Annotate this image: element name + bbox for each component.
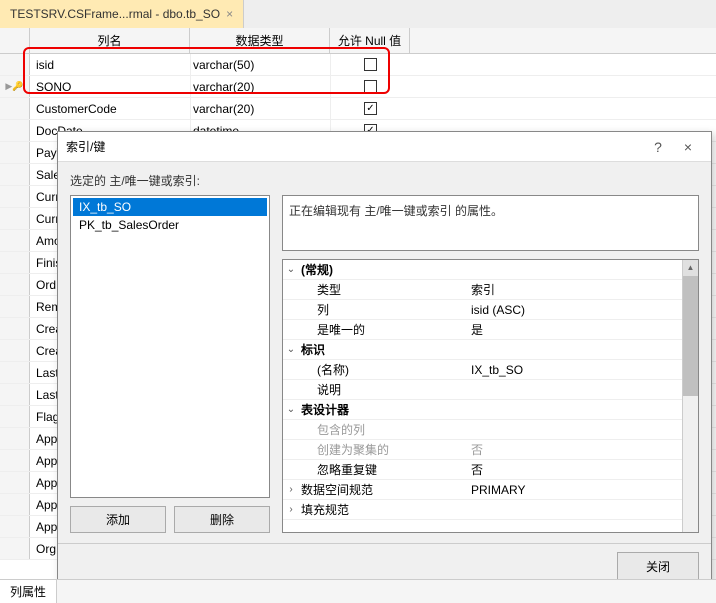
bottom-tab-bar: 列属性 (0, 579, 716, 603)
dialog-titlebar[interactable]: 索引/键 ? × (58, 132, 711, 162)
checkbox[interactable] (364, 80, 377, 93)
cell-column-name[interactable]: SONO (30, 80, 190, 94)
table-row[interactable]: ▶🔑 SONOvarchar(20) (0, 76, 716, 98)
grid-header: 列名 数据类型 允许 Null 值 (0, 28, 716, 54)
delete-button[interactable]: 删除 (174, 506, 270, 533)
prop-columns-value[interactable]: isid (ASC) (469, 303, 698, 317)
list-item[interactable]: IX_tb_SO (73, 198, 267, 216)
cell-data-type[interactable]: varchar(20) (190, 98, 330, 119)
add-button[interactable]: 添加 (70, 506, 166, 533)
scroll-thumb[interactable] (683, 276, 698, 396)
prop-name-label: (名称) (299, 361, 469, 378)
document-tab-bar: TESTSRV.CSFrame...rmal - dbo.tb_SO × (0, 0, 716, 28)
list-label: 选定的 主/唯一键或索引: (70, 172, 699, 189)
checkbox[interactable] (364, 102, 377, 115)
cell-allow-null[interactable] (330, 54, 410, 75)
category-identity: 标识 (299, 341, 469, 358)
scrollbar[interactable]: ▲ (682, 260, 698, 532)
collapse-icon[interactable]: ⌄ (283, 344, 299, 355)
collapse-icon[interactable]: ⌄ (283, 264, 299, 275)
prop-type-label: 类型 (299, 281, 469, 298)
close-icon[interactable]: × (226, 7, 233, 21)
table-row[interactable]: CustomerCodevarchar(20) (0, 98, 716, 120)
document-tab[interactable]: TESTSRV.CSFrame...rmal - dbo.tb_SO × (0, 0, 244, 28)
prop-fill-label: 填充规范 (299, 501, 469, 518)
prop-space-value[interactable]: PRIMARY (469, 483, 698, 497)
cell-column-name[interactable]: isid (30, 58, 190, 72)
category-designer: 表设计器 (299, 401, 469, 418)
prop-name-value[interactable]: IX_tb_SO (469, 363, 698, 377)
prop-clustered-label: 创建为聚集的 (299, 441, 469, 458)
checkbox[interactable] (364, 58, 377, 71)
indexes-keys-dialog: 索引/键 ? × 选定的 主/唯一键或索引: IX_tb_SO PK_tb_Sa… (57, 131, 712, 590)
cell-allow-null[interactable] (330, 76, 410, 97)
expand-icon[interactable]: › (283, 484, 299, 495)
list-item[interactable]: PK_tb_SalesOrder (73, 216, 267, 234)
dialog-title: 索引/键 (66, 138, 643, 155)
header-column-name[interactable]: 列名 (30, 28, 190, 53)
prop-columns-label: 列 (299, 301, 469, 318)
tab-title: TESTSRV.CSFrame...rmal - dbo.tb_SO (10, 7, 220, 21)
help-icon[interactable]: ? (643, 139, 673, 155)
header-allow-null[interactable]: 允许 Null 值 (330, 28, 410, 53)
prop-type-value[interactable]: 索引 (469, 281, 698, 298)
cell-data-type[interactable]: varchar(20) (190, 76, 330, 97)
cell-data-type[interactable]: varchar(50) (190, 54, 330, 75)
close-icon[interactable]: × (673, 139, 703, 155)
prop-included-label: 包含的列 (299, 421, 469, 438)
prop-unique-label: 是唯一的 (299, 321, 469, 338)
prop-space-label: 数据空间规范 (299, 481, 469, 498)
expand-icon[interactable]: › (283, 504, 299, 515)
scroll-up-icon[interactable]: ▲ (683, 260, 698, 276)
prop-clustered-value[interactable]: 否 (469, 441, 698, 458)
collapse-icon[interactable]: ⌄ (283, 404, 299, 415)
property-grid[interactable]: ⌄(常规) 类型索引 列isid (ASC) 是唯一的是 ⌄标识 (名称)IX_… (282, 259, 699, 533)
prop-desc-label: 说明 (299, 381, 469, 398)
table-row[interactable]: isidvarchar(50) (0, 54, 716, 76)
index-list[interactable]: IX_tb_SO PK_tb_SalesOrder (70, 195, 270, 498)
prop-ignoredup-label: 忽略重复键 (299, 461, 469, 478)
description-text: 正在编辑现有 主/唯一键或索引 的属性。 (282, 195, 699, 251)
category-general: (常规) (299, 261, 469, 278)
cell-allow-null[interactable] (330, 98, 410, 119)
key-icon: ▶🔑 (5, 81, 23, 92)
column-properties-tab[interactable]: 列属性 (0, 580, 57, 603)
close-button[interactable]: 关闭 (617, 552, 699, 581)
header-data-type[interactable]: 数据类型 (190, 28, 330, 53)
cell-column-name[interactable]: CustomerCode (30, 102, 190, 116)
prop-ignoredup-value[interactable]: 否 (469, 461, 698, 478)
prop-unique-value[interactable]: 是 (469, 321, 698, 338)
